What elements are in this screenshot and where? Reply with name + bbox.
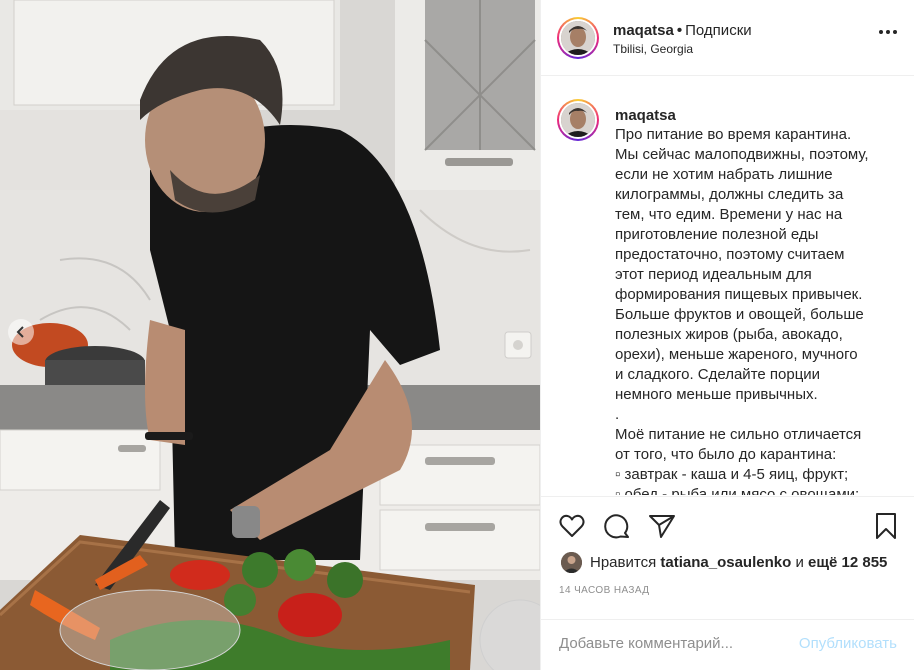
liker-avatar[interactable] [561, 552, 582, 573]
caption-line: ▫ обед - рыба или мясо с овощами; [615, 486, 860, 495]
caption-line: немного меньше привычных. [615, 386, 818, 403]
heart-icon[interactable] [557, 511, 587, 541]
caption-line: орехи), меньше жареного, мучного [615, 346, 858, 363]
caption-line: полезных жиров (рыба, авокадо, [615, 326, 843, 343]
publish-button[interactable]: Опубликовать [799, 635, 897, 652]
post-side-panel: maqatsa • Подписки Tbilisi, Georgia maqats… [540, 0, 914, 670]
comment-box: Добавьте комментарий... Опубликовать [541, 619, 914, 670]
post-actions: Нравится tatiana_osaulenko и ещё 12 855 … [541, 496, 914, 670]
share-icon[interactable] [647, 511, 677, 541]
caption-line: предостаточно, поэтому считаем [615, 246, 845, 263]
caption-line: от того, что было до карантина: [615, 446, 837, 463]
caption-line: ▫ завтрак - каша и 4-5 яиц, фрукт; [615, 466, 849, 483]
likes-prefix: Нравится [590, 554, 657, 571]
likes-count-button[interactable]: ещё 12 855 [808, 554, 887, 571]
caption-line: этот период идеальным для [615, 266, 812, 283]
comment-input[interactable]: Добавьте комментарий... [559, 635, 733, 652]
caption-line: Больше фруктов и овощей, больше [615, 306, 864, 323]
caption-username[interactable]: maqatsa [615, 107, 676, 124]
caption-line: тем, что едим. Времени у нас на [615, 206, 843, 223]
caption-text: Про питание во время карантина. Мы сейча… [615, 125, 885, 495]
following-button[interactable]: Подписки [685, 22, 752, 39]
caption-line: Моё питание не сильно отличается [615, 426, 862, 443]
liker-username[interactable]: tatiana_osaulenko [660, 554, 791, 571]
caption-line: и сладкого. Сделайте порции [615, 366, 821, 383]
author-username[interactable]: maqatsa [613, 22, 674, 39]
caption-line: если не хотим набрать лишние [615, 166, 833, 183]
previous-photo-button[interactable] [8, 319, 34, 345]
more-options-icon[interactable] [879, 30, 897, 34]
post-location[interactable]: Tbilisi, Georgia [613, 42, 693, 56]
caption-line: . [615, 406, 620, 423]
author-line: maqatsa • Подписки [613, 22, 752, 39]
caption-line: килограммы, должны следить за [615, 186, 844, 203]
chevron-left-icon [16, 326, 26, 338]
caption-avatar[interactable] [557, 99, 599, 141]
caption-line: Мы сейчас малоподвижны, поэтому, [615, 146, 869, 163]
likes-and: и [795, 554, 804, 571]
caption-line: формирования пищевых привычек. [615, 286, 863, 303]
post-header: maqatsa • Подписки Tbilisi, Georgia [541, 0, 914, 76]
bookmark-icon[interactable] [871, 511, 901, 541]
post-timestamp[interactable]: 14 ЧАСОВ НАЗАД [559, 585, 649, 596]
caption-area: maqatsa Про питание во время карантина. … [541, 77, 914, 495]
separator-dot: • [676, 22, 683, 39]
comment-icon[interactable] [602, 511, 632, 541]
caption-line: Про питание во время карантина. [615, 126, 852, 143]
photo-image [0, 0, 540, 670]
author-avatar[interactable] [557, 17, 599, 59]
likes-summary: Нравится tatiana_osaulenko и ещё 12 855 [561, 552, 887, 573]
post-photo[interactable] [0, 0, 540, 670]
caption-line: приготовление полезной еды [615, 226, 819, 243]
